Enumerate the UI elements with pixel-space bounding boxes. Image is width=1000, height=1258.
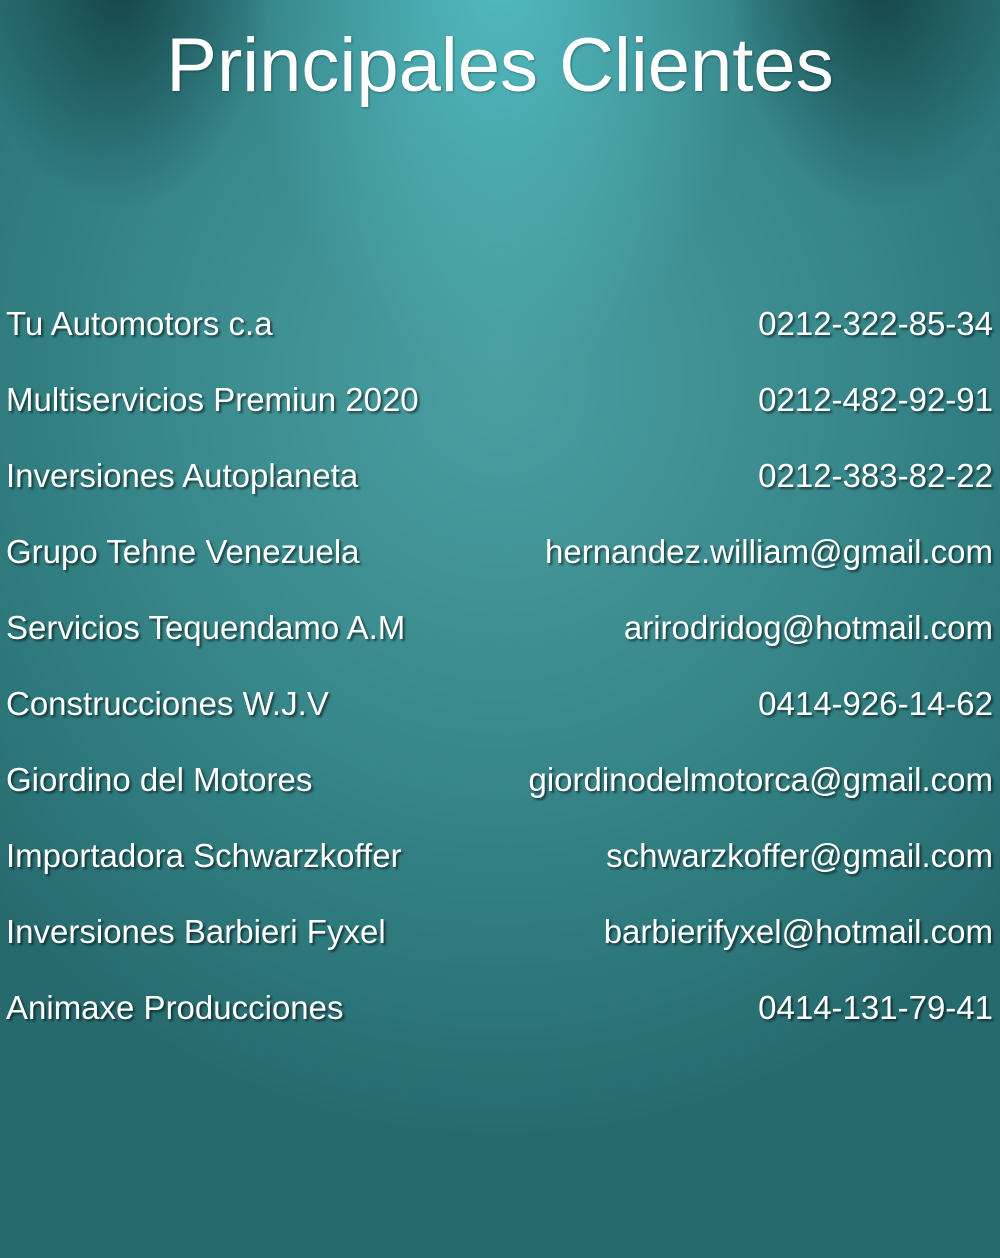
client-contact: 0414-131-79-41: [758, 989, 993, 1026]
page-title: Principales Clientes: [166, 23, 834, 108]
client-name: Importadora Schwarzkoffer: [6, 837, 402, 874]
client-contact: giordinodelmotorca@gmail.com: [528, 761, 993, 798]
client-contact: 0212-383-82-22: [758, 457, 993, 494]
client-name: Animaxe Producciones: [6, 989, 344, 1026]
client-row: Inversiones Barbieri Fyxel barbierifyxel…: [0, 908, 1000, 984]
client-name: Giordino del Motores: [6, 761, 313, 798]
client-list: Tu Automotors c.a 0212-322-85-34 Multise…: [0, 300, 1000, 1060]
client-contact: 0212-322-85-34: [758, 305, 993, 342]
client-contact: hernandez.william@gmail.com: [545, 533, 993, 570]
client-name: Servicios Tequendamo A.M: [6, 609, 406, 646]
client-row: Giordino del Motores giordinodelmotorca@…: [0, 756, 1000, 832]
client-row: Servicios Tequendamo A.M arirodridog@hot…: [0, 604, 1000, 680]
client-row: Inversiones Autoplaneta 0212-383-82-22: [0, 452, 1000, 528]
client-name: Multiservicios Premiun 2020: [6, 381, 419, 418]
client-contact: 0212-482-92-91: [758, 381, 993, 418]
client-name: Inversiones Autoplaneta: [6, 457, 359, 494]
client-name: Grupo Tehne Venezuela: [6, 533, 360, 570]
client-contact: 0414-926-14-62: [758, 685, 993, 722]
client-name: Construcciones W.J.V: [6, 685, 329, 722]
client-row: Grupo Tehne Venezuela hernandez.william@…: [0, 528, 1000, 604]
client-row: Tu Automotors c.a 0212-322-85-34: [0, 300, 1000, 376]
client-row: Importadora Schwarzkoffer schwarzkoffer@…: [0, 832, 1000, 908]
client-row: Animaxe Producciones 0414-131-79-41: [0, 984, 1000, 1060]
client-name: Tu Automotors c.a: [6, 305, 273, 342]
client-contact: schwarzkoffer@gmail.com: [606, 837, 993, 874]
client-row: Construcciones W.J.V 0414-926-14-62: [0, 680, 1000, 756]
client-contact: arirodridog@hotmail.com: [623, 609, 993, 646]
client-row: Multiservicios Premiun 2020 0212-482-92-…: [0, 376, 1000, 452]
client-contact: barbierifyxel@hotmail.com: [603, 913, 993, 950]
client-name: Inversiones Barbieri Fyxel: [6, 913, 386, 950]
